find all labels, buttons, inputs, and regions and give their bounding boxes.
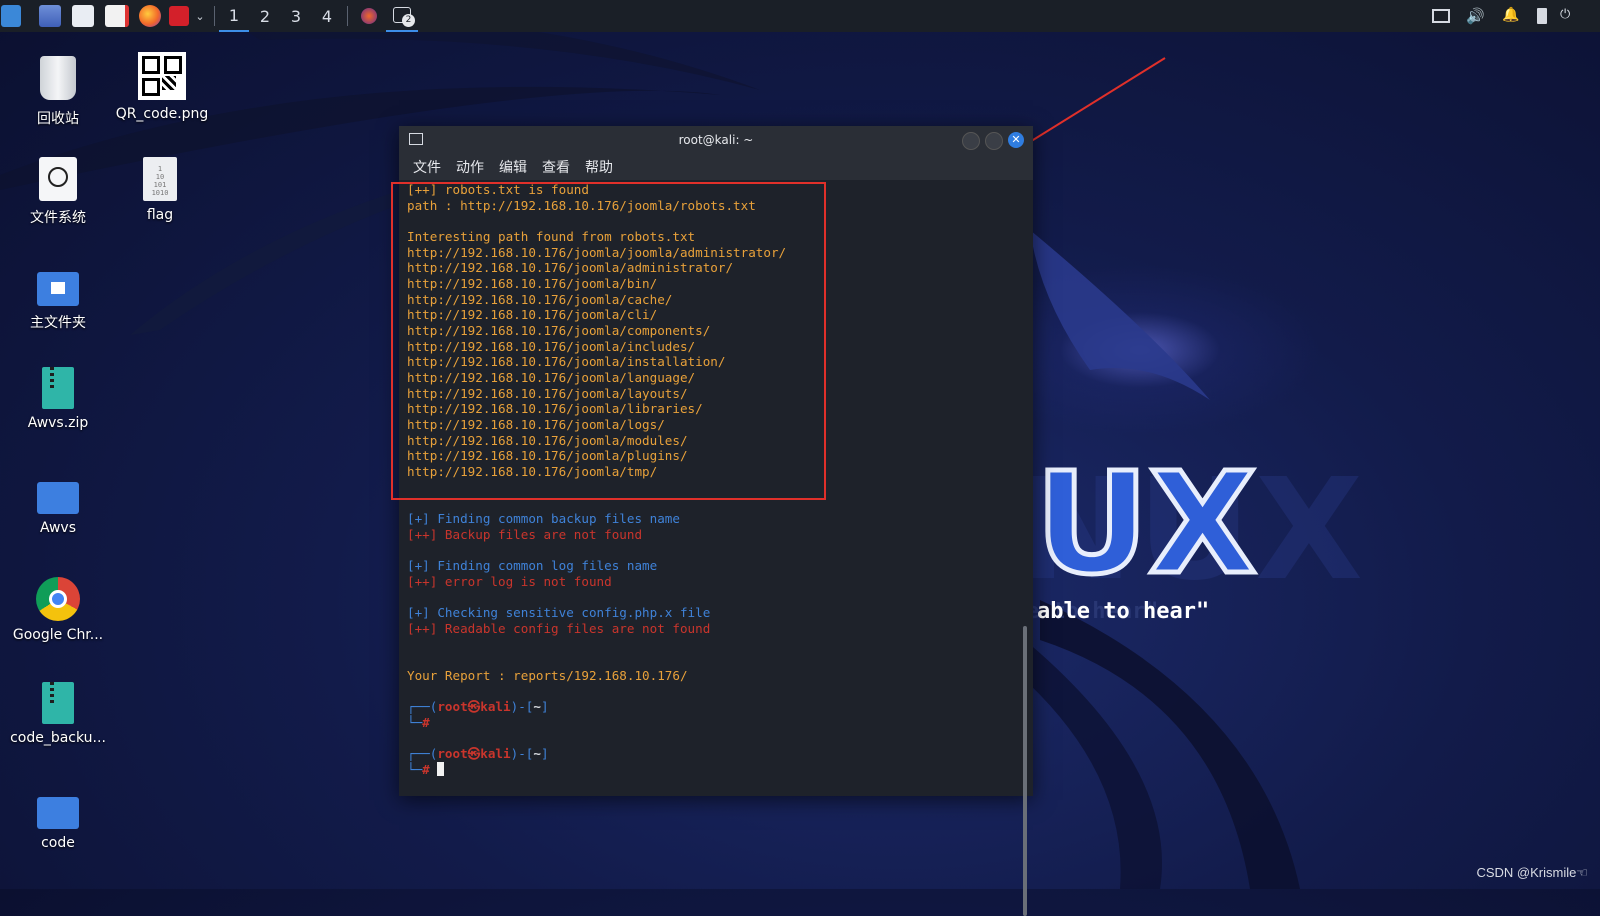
menu-file[interactable]: 文件 [413,157,441,177]
power-icon[interactable]: ⏻ [1560,7,1600,25]
menu-edit[interactable]: 编辑 [499,157,527,177]
shell-prompt-input[interactable]: └─# [407,761,1033,778]
desktop-icon-flag[interactable]: 1 10 101 1010 flag [105,157,215,223]
terminal-launcher[interactable] [168,0,190,32]
menu-view[interactable]: 查看 [542,157,570,177]
notification-bell-icon[interactable]: 🔔 [1502,7,1520,25]
terminal-menubar: 文件 动作 编辑 查看 帮助 [399,154,1033,180]
shell-prompt: ┌──(root㉿kali)-[~] [407,746,549,762]
csdn-watermark: CSDN @Krismile☜ [1476,865,1588,880]
workspace-3[interactable]: 3 [281,0,311,32]
terminal-line: Your Report : reports/192.168.10.176/ [407,667,688,683]
terminal-line: [+] Checking sensitive config.php.x file [407,605,711,621]
terminal-task[interactable]: 2 [386,0,418,32]
desktop-icon-code-folder[interactable]: code [3,787,113,851]
desktop-icon-trash[interactable]: 回收站 [3,52,113,128]
workspace-4[interactable]: 4 [312,0,342,32]
taskbar-separator [214,6,215,26]
terminal-line: [++] Readable config files are not found [407,620,711,636]
desktop-icon-qr-code[interactable]: QR_code.png [107,52,217,122]
trash-icon [34,52,82,102]
zip-link-icon [42,682,74,724]
chevron-down-icon: ⌄ [195,9,205,23]
text-cursor [437,761,445,776]
text-editor-icon [105,5,129,27]
home-folder-icon [37,272,79,306]
folder-icon [72,5,94,27]
qr-code-icon [138,52,186,100]
desktop-icon-filesystem[interactable]: 文件系统 [3,157,113,227]
terminal-line: [++] error log is not found [407,573,612,589]
highlight-box [391,182,826,500]
volume-icon[interactable]: 🔊 [1466,7,1485,25]
kali-menu-button[interactable] [0,0,22,32]
terminal-line: [+] Finding common log files name [407,558,658,574]
terminal-line: [++] Backup files are not found [407,526,643,542]
launcher-dropdown[interactable]: ⌄ [192,0,208,32]
desktop-icon-code-backup[interactable]: code_backu... [3,682,113,746]
taskbar-separator [347,6,348,26]
menu-help[interactable]: 帮助 [585,157,613,177]
desktop-icon-home-folder[interactable]: 主文件夹 [3,262,113,332]
binary-file-icon: 1 10 101 1010 [143,157,177,201]
filesystem-icon [39,157,77,201]
battery-icon[interactable] [1537,8,1547,24]
svg-text:UX: UX [1035,443,1257,606]
terminal-line: [+] Finding common backup files name [407,511,680,527]
taskbar: ⌄ 1 2 3 4 2 🔊 🔔 ⏻ [0,0,1600,32]
chrome-icon [36,577,80,621]
close-button[interactable]: ✕ [1008,132,1024,148]
terminal-scrollbar[interactable] [1023,626,1027,916]
kali-dragon-icon [1,5,21,27]
firefox-launcher[interactable] [138,0,162,32]
display-icon[interactable] [1432,9,1450,23]
desktop-icon-google-chrome[interactable]: Google Chr... [3,577,113,643]
firefox-icon [139,5,161,27]
workspace-1[interactable]: 1 [219,0,249,32]
svg-text:able to hear": able to hear" [1037,599,1209,624]
menu-actions[interactable]: 动作 [456,157,484,177]
window-title: root@kali: ~ [678,133,754,147]
desktop-icon-awvs-folder[interactable]: Awvs [3,472,113,536]
shell-prompt: ┌──(root㉿kali)-[~] [407,699,549,715]
file-manager-launcher[interactable] [71,0,95,32]
firefox-icon [361,8,377,24]
desktop-icon [39,5,61,27]
firefox-task[interactable] [358,0,380,32]
text-editor-launcher[interactable] [105,0,129,32]
maximize-button[interactable] [985,132,1003,150]
shell-prompt-input: └─# [407,714,430,730]
close-icon: ✕ [1011,133,1021,146]
desktop-icon-awvs-zip[interactable]: Awvs.zip [3,367,113,431]
workspace-2[interactable]: 2 [250,0,280,32]
show-desktop-button[interactable] [38,0,62,32]
folder-icon [37,797,79,829]
terminal-count-badge: 2 [402,14,415,27]
minimize-button[interactable] [962,132,980,150]
terminal-red-icon [169,6,189,26]
zip-icon [42,367,74,409]
folder-icon [37,482,79,514]
terminal-titlebar[interactable]: root@kali: ~ ✕ [399,126,1033,154]
